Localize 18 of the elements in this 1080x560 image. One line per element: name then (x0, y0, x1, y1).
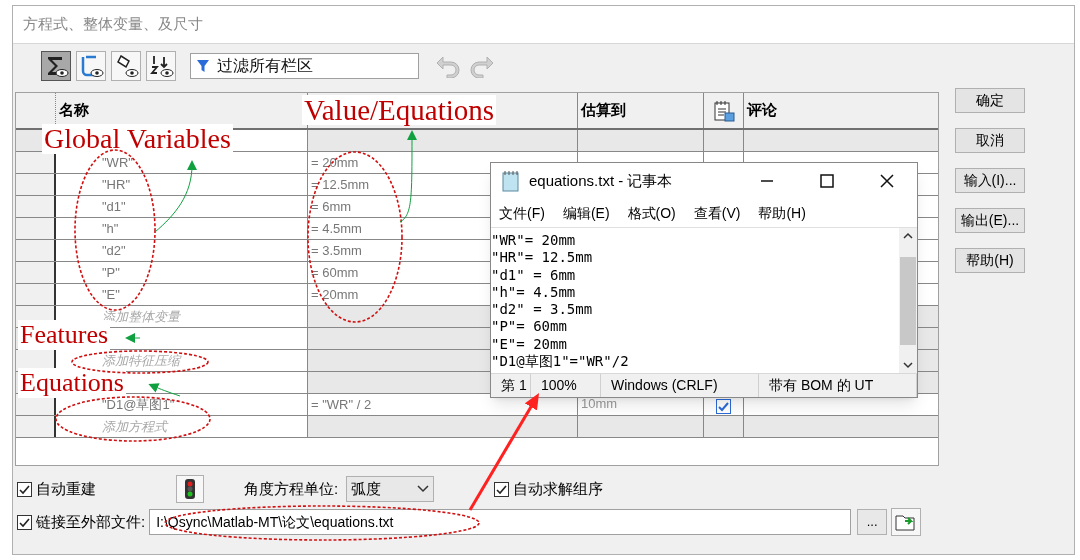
text-line: "D1@草图1"="WR"/2 (491, 353, 630, 371)
text-line: "E"= 20mm (491, 335, 568, 354)
window-title: 方程式、整体变量、及尺寸 (23, 14, 203, 35)
angle-unit-label: 角度方程单位: (244, 478, 339, 499)
status-text: 第 1 (501, 376, 527, 395)
status-text: 100% (541, 376, 577, 395)
annotation-tooltip: Value/Equations (302, 95, 497, 125)
text-line: "d1" = 6mm (491, 266, 577, 284)
checkbox-label: 链接至外部文件: (36, 511, 146, 532)
checkbox-label: 自动重建 (36, 478, 96, 499)
annotation-tooltip: Equations (18, 368, 126, 398)
checkbox-label: 自动求解组序 (513, 478, 604, 499)
annotation-tooltip: Features (18, 320, 111, 350)
status-text: Windows (CRLF) (611, 376, 718, 395)
text-line: "h"= 4.5mm (491, 283, 577, 302)
text-line: "P"= 60mm (491, 318, 568, 336)
annotation-tooltip: Global Variables (42, 124, 233, 154)
status-text: 带有 BOM 的 UT (769, 376, 874, 395)
